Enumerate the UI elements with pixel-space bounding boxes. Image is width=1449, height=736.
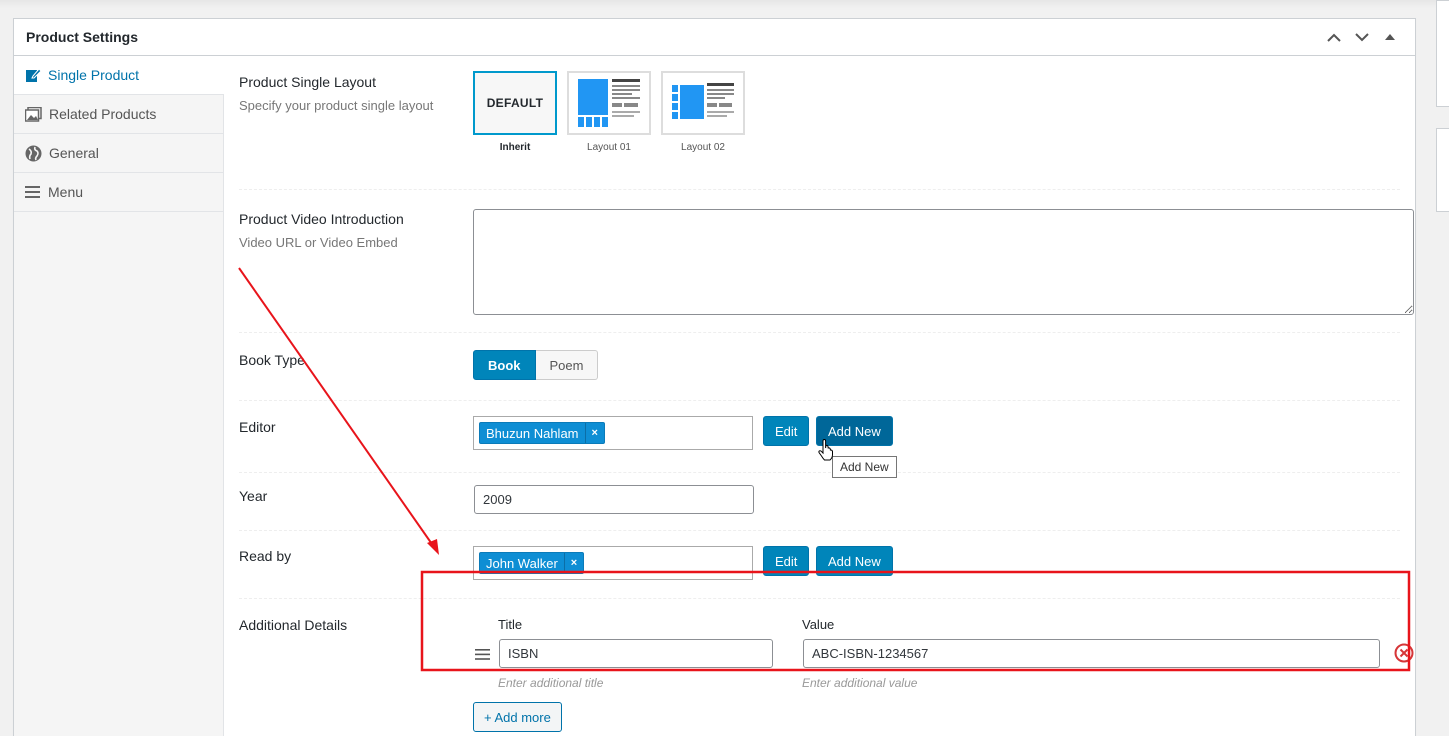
tab-single-product[interactable]: Single Product — [14, 56, 224, 95]
title-hint: Enter additional title — [498, 676, 604, 690]
layout-option-02[interactable]: Layout 02 — [661, 71, 745, 153]
panel-title: Product Settings — [26, 29, 139, 45]
layout-option-01[interactable]: Layout 01 — [567, 71, 651, 153]
video-url-textarea[interactable] — [473, 209, 1414, 315]
field-label: Year — [239, 488, 268, 504]
edit-icon — [26, 68, 41, 82]
book-type-book-button[interactable]: Book — [473, 350, 536, 380]
move-down-button[interactable] — [1349, 22, 1375, 52]
chip-label: John Walker — [486, 555, 558, 571]
add-more-button[interactable]: + Add more — [473, 702, 562, 732]
field-label: Editor — [239, 419, 276, 435]
layout-01-icon — [578, 79, 640, 127]
layout-thumb — [661, 71, 745, 135]
layout-option-inherit[interactable]: DEFAULT Inherit — [473, 71, 557, 153]
read-by-field: Read by John Walker × Edit Add New — [239, 531, 1400, 599]
globe-icon — [25, 145, 42, 161]
tab-general[interactable]: General — [14, 134, 223, 173]
drag-handle-icon[interactable] — [475, 649, 490, 660]
field-desc: Specify your product single layout — [239, 98, 434, 113]
value-column-head: Value — [802, 617, 835, 632]
layout-thumb — [567, 71, 651, 135]
layout-caption: Layout 01 — [587, 142, 631, 153]
layout-caption: Layout 02 — [681, 142, 725, 153]
editor-chip: Bhuzun Nahlam × — [479, 422, 605, 444]
field-label: Product Single Layout — [239, 74, 376, 90]
field-label: Read by — [239, 548, 292, 564]
chevron-up-icon — [1327, 33, 1341, 42]
panel-header: Product Settings — [14, 19, 1415, 56]
layout-02-icon — [672, 83, 734, 119]
tab-label: General — [49, 145, 99, 161]
chip-label: Bhuzun Nahlam — [486, 425, 579, 441]
gallery-icon — [25, 106, 42, 122]
editor-field: Editor Bhuzun Nahlam × Edit Add New Add … — [239, 401, 1400, 478]
book-type-field: Book Type Book Poem — [239, 333, 1400, 401]
year-field: Year — [239, 473, 1400, 531]
title-column-head: Title — [498, 617, 523, 632]
tab-related-products[interactable]: Related Products — [14, 95, 223, 134]
read-by-chip: John Walker × — [479, 552, 585, 574]
layout-field: Product Single Layout Specify your produ… — [239, 56, 1400, 190]
book-type-toggle: Book Poem — [473, 350, 599, 380]
layout-thumb: DEFAULT — [473, 71, 557, 135]
read-by-add-new-button[interactable]: Add New — [816, 546, 893, 576]
top-strip — [0, 0, 1449, 8]
product-settings-panel: Product Settings Single Product Related … — [13, 18, 1416, 736]
default-text: DEFAULT — [486, 96, 544, 110]
additional-title-input[interactable] — [499, 639, 773, 668]
editor-select[interactable]: Bhuzun Nahlam × — [473, 416, 753, 450]
editor-edit-button[interactable]: Edit — [763, 416, 810, 446]
book-type-poem-button[interactable]: Poem — [535, 350, 599, 380]
tab-label: Related Products — [49, 106, 157, 122]
value-hint: Enter additional value — [802, 676, 918, 690]
additional-details-field: Additional Details Title Value Enter add… — [239, 599, 1414, 736]
settings-tabs: Single Product Related Products General … — [14, 56, 224, 736]
move-up-button[interactable] — [1321, 22, 1347, 52]
field-label: Book Type — [239, 352, 305, 368]
toggle-panel-button[interactable] — [1377, 22, 1403, 52]
additional-value-input[interactable] — [803, 639, 1380, 668]
read-by-edit-button[interactable]: Edit — [763, 546, 810, 576]
field-desc: Video URL or Video Embed — [239, 235, 398, 250]
read-by-select[interactable]: John Walker × — [473, 546, 753, 580]
hand-cursor-icon — [818, 439, 833, 461]
caret-up-icon — [1385, 34, 1395, 40]
menu-icon — [25, 186, 40, 198]
field-label: Product Video Introduction — [239, 211, 404, 227]
side-panel-fragment — [1436, 0, 1449, 107]
tab-label: Single Product — [48, 67, 140, 83]
year-input[interactable] — [474, 485, 754, 514]
chevron-down-icon — [1355, 32, 1369, 41]
tab-label: Menu — [48, 184, 84, 200]
layout-caption: Inherit — [499, 142, 531, 153]
tab-menu[interactable]: Menu — [14, 173, 223, 212]
chip-remove-button[interactable]: × — [584, 423, 604, 443]
panel-handle-actions — [1321, 22, 1403, 52]
chip-remove-button[interactable]: × — [563, 553, 583, 573]
remove-row-icon[interactable] — [1394, 643, 1414, 663]
side-panel-fragment — [1436, 128, 1449, 212]
field-label: Additional Details — [239, 617, 348, 633]
